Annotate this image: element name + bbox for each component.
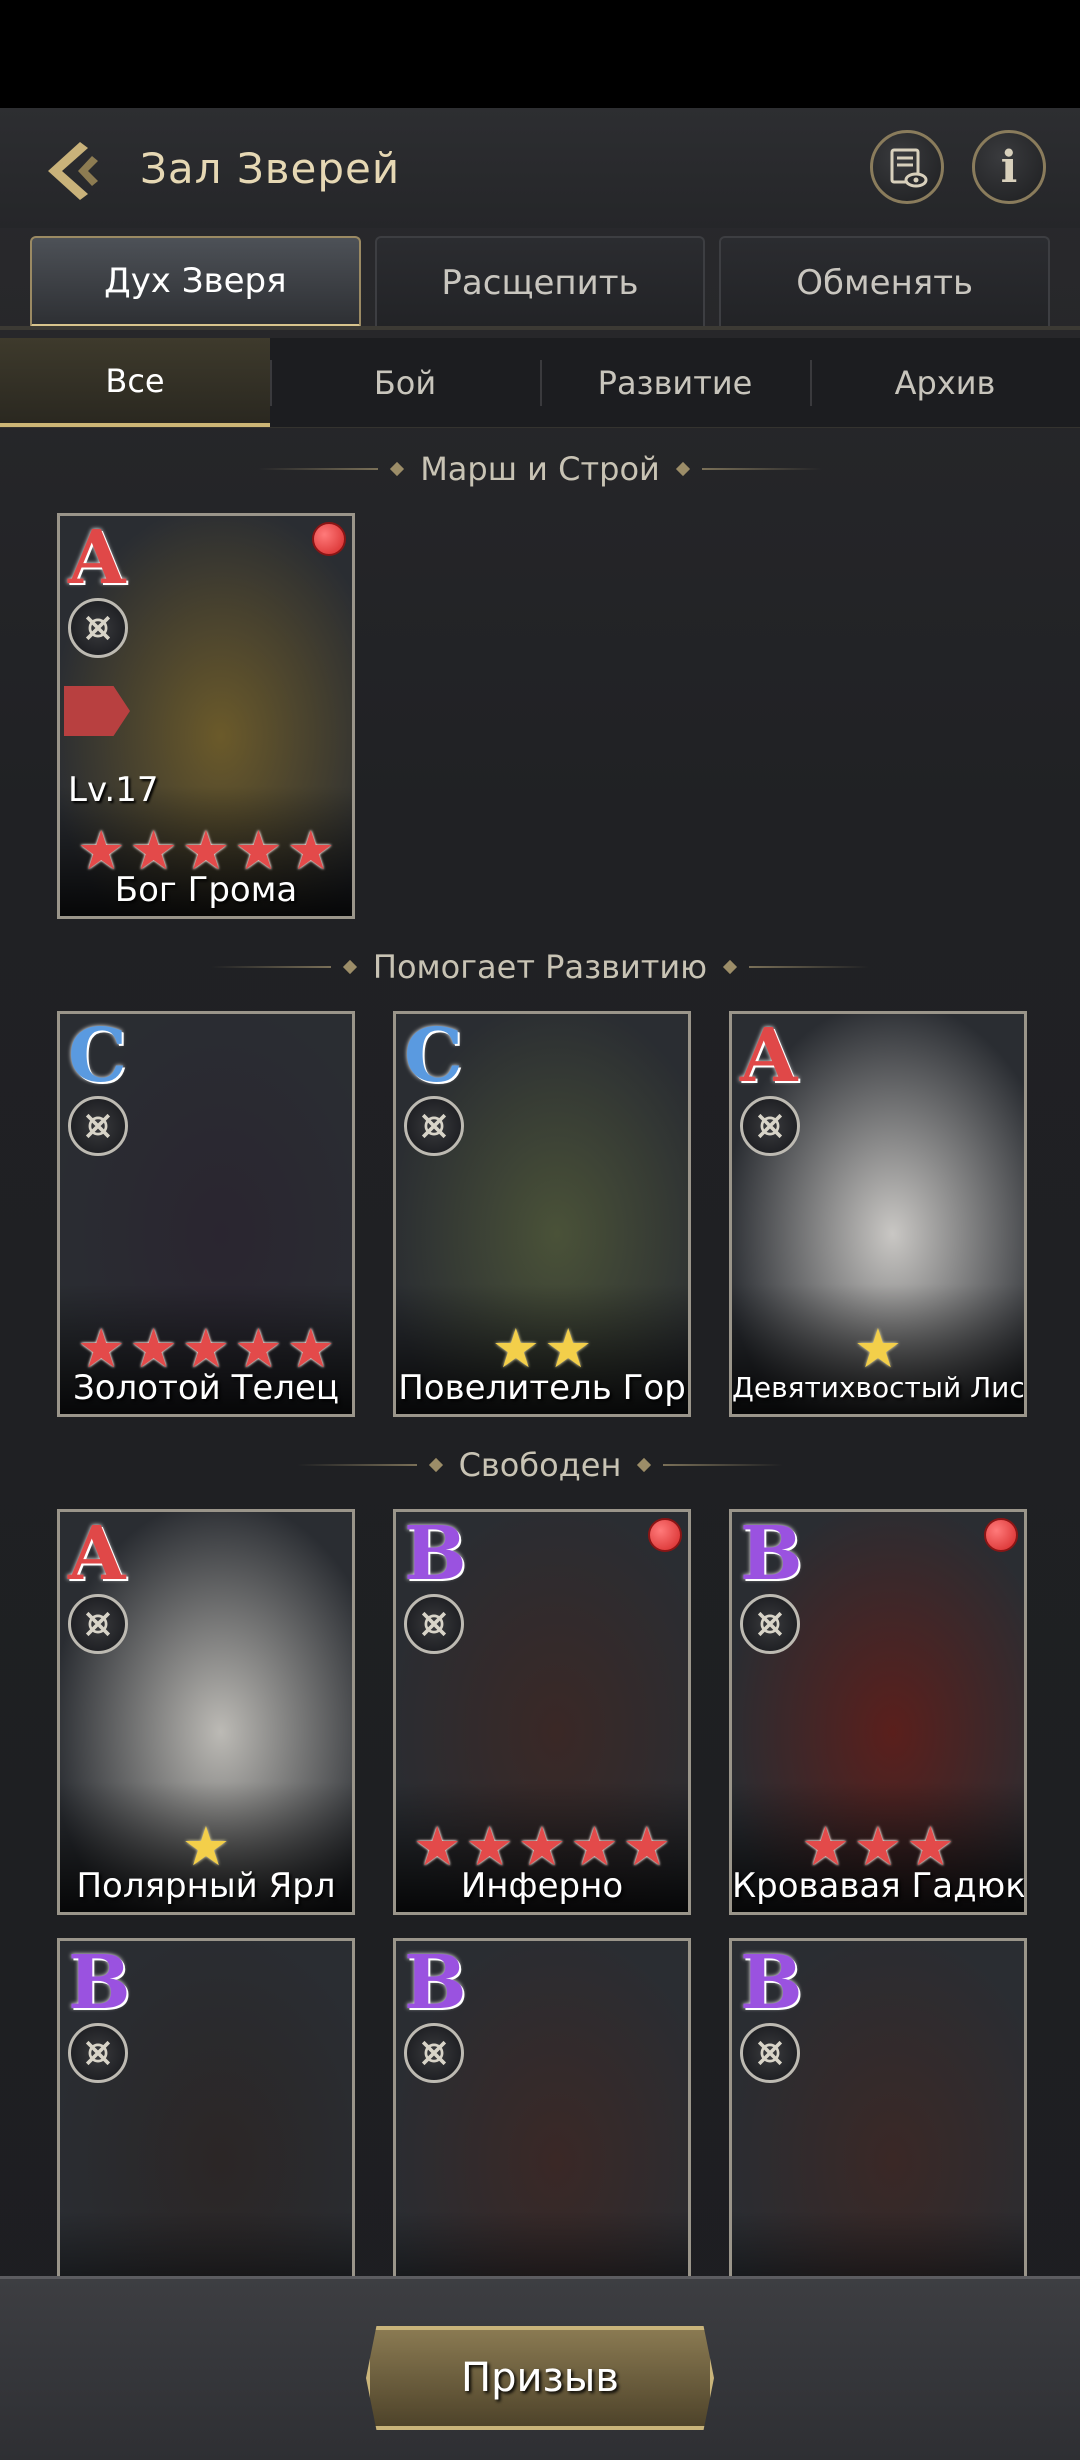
filter-growth[interactable]: Развитие: [540, 338, 810, 427]
beast-name: Кровавая Гадюка: [732, 1866, 1027, 1906]
back-button[interactable]: [40, 136, 110, 206]
grade-letter: A: [740, 1013, 798, 1099]
grade-letter: B: [740, 1940, 803, 2026]
beast-name: Повелитель Гор: [398, 1368, 686, 1408]
star-icon: ★: [853, 1317, 903, 1380]
beast-name: Полярный Ярл: [76, 1866, 336, 1906]
beast-name: Инферно: [460, 1866, 624, 1906]
notification-dot: [648, 1518, 682, 1552]
star-rating: ★: [732, 1320, 1024, 1378]
filter-all[interactable]: Все: [0, 338, 270, 427]
filter-battle[interactable]: Бой: [270, 338, 540, 427]
beast-card[interactable]: B ★ ★ ★ ★ ★ Инферно: [393, 1509, 691, 1915]
tab-beast-spirit[interactable]: Дух Зверя: [30, 236, 361, 328]
growth-emblem-icon: [740, 1096, 800, 1156]
grade-letter: C: [68, 1013, 127, 1099]
back-arrow-icon: [48, 142, 98, 200]
filter-archive[interactable]: Архив: [810, 338, 1080, 427]
tab-split[interactable]: Расщепить: [374, 236, 706, 328]
battle-emblem-icon: [404, 2023, 464, 2083]
beast-card[interactable]: C ★ ★ Повелитель Гор: [393, 1011, 691, 1417]
battle-emblem-icon: [740, 2023, 800, 2083]
section-header-helps: Помогает Развитию: [0, 942, 1080, 992]
battle-emblem-icon: [404, 1594, 464, 1654]
beast-name: Девятихвостый Лис: [732, 1371, 1025, 1404]
page-title: Зал Зверей: [140, 144, 401, 193]
grade-letter: B: [404, 1940, 467, 2026]
status-bar: [0, 0, 1080, 108]
grade-letter: A: [68, 515, 126, 601]
tab-divider: [0, 326, 1080, 330]
info-icon: i: [1000, 141, 1018, 193]
beast-card[interactable]: A ★ Полярный Ярл: [57, 1509, 355, 1915]
filter-bar: Все Бой Развитие Архив: [0, 338, 1080, 428]
grade-letter: C: [404, 1013, 463, 1099]
grade-letter: B: [740, 1511, 803, 1597]
growth-emblem-icon: [68, 1096, 128, 1156]
grade-letter: A: [68, 1511, 126, 1597]
beast-level: Lv.17: [68, 770, 159, 810]
notification-dot: [312, 522, 346, 556]
summon-button[interactable]: Призыв: [366, 2326, 714, 2430]
beast-card[interactable]: A Lv.17 ★ ★ ★ ★ ★ Бог Грома: [57, 513, 355, 919]
battle-emblem-icon: [68, 1594, 128, 1654]
header: Зал Зверей i: [0, 108, 1080, 228]
info-button[interactable]: i: [972, 130, 1046, 204]
battle-emblem-icon: [68, 2023, 128, 2083]
section-header-free: Свободен: [0, 1440, 1080, 1490]
beast-card[interactable]: B ★ ★ ★ Кровавая Гадюка: [729, 1509, 1027, 1915]
growth-emblem-icon: [404, 1096, 464, 1156]
section-header-march: Марш и Строй: [0, 444, 1080, 494]
tab-exchange[interactable]: Обменять: [719, 236, 1051, 328]
beast-hall-screen: Зал Зверей i Дух Зверя Расщепить Обменят…: [0, 108, 1080, 2460]
beast-card[interactable]: A ★ Девятихвостый Лис: [729, 1011, 1027, 1417]
battle-emblem-icon: [740, 1594, 800, 1654]
beast-name: Бог Грома: [114, 870, 298, 910]
notification-dot: [984, 1518, 1018, 1552]
document-view-icon: [890, 148, 928, 188]
records-button[interactable]: [870, 130, 944, 204]
beast-card[interactable]: C ★ ★ ★ ★ ★ Золотой Телец: [57, 1011, 355, 1417]
battle-emblem-icon: [68, 598, 128, 658]
main-tabs: Дух Зверя Расщепить Обменять: [30, 236, 1051, 332]
grade-letter: B: [68, 1940, 131, 2026]
grade-letter: B: [404, 1511, 467, 1597]
beast-name: Золотой Телец: [72, 1368, 340, 1408]
